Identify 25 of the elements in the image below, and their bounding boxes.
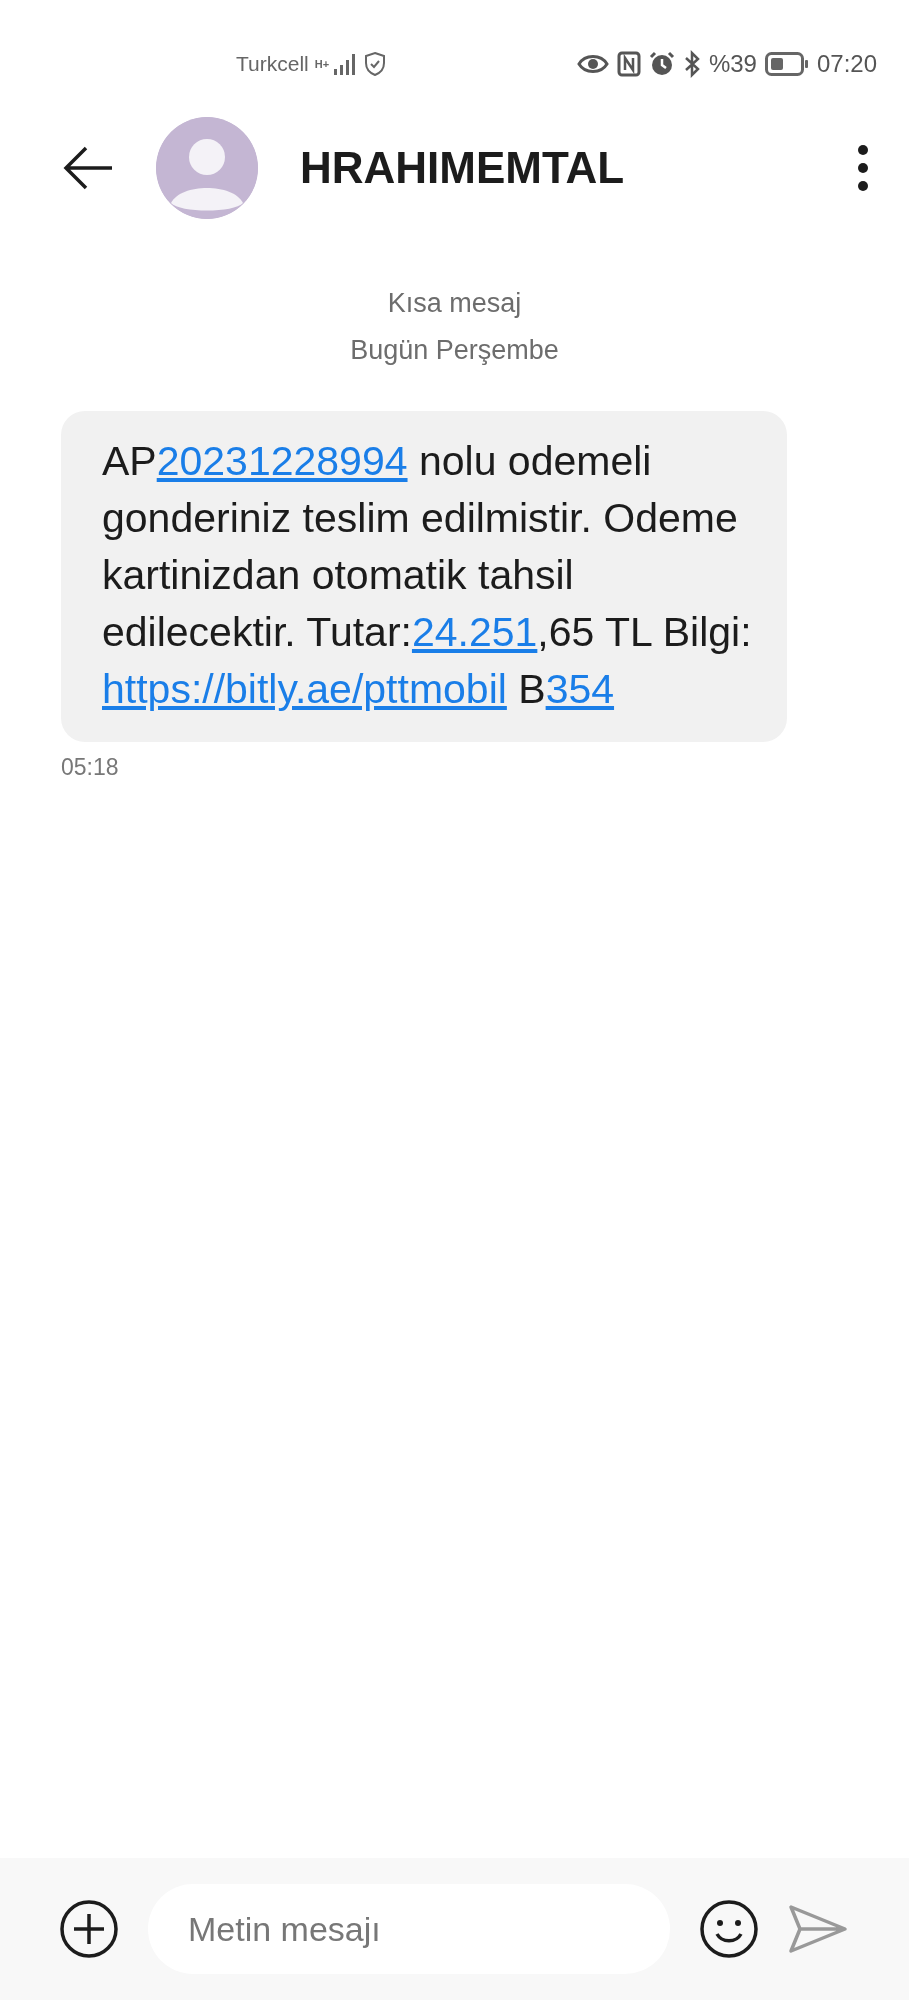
link[interactable]: https://bitly.ae/pttmobil (102, 666, 507, 712)
link[interactable]: 20231228994 (156, 438, 408, 484)
message-input[interactable]: Metin mesajı (148, 1884, 670, 1974)
shield-icon (363, 51, 388, 77)
message-time: 05:18 (61, 754, 120, 781)
more-options-button[interactable] (857, 144, 869, 192)
battery-percent: %39 (708, 50, 757, 78)
contact-name: HRAHIMEMTAL (300, 143, 626, 193)
network-type: H+ (314, 58, 330, 70)
link[interactable]: 24.251 (411, 609, 538, 655)
date-label: Bugün Perşembe (350, 335, 559, 366)
battery-icon (764, 52, 809, 76)
nfc-icon (616, 51, 641, 77)
send-button[interactable] (788, 1904, 848, 1954)
eye-icon (576, 53, 609, 75)
link[interactable]: 354 (545, 666, 615, 712)
clock: 07:20 (816, 50, 877, 78)
carrier-name: Turkcell (236, 52, 309, 76)
message-text: AP20231228994 nolu odemeli gonderiniz teslim edilmistir. Odeme kartinizdan otomatik tahsil edilecektir. Tutar:24.251,65 TL Bilgi: https://bitly.ae/pttmobil B354 (102, 437, 753, 714)
message-type-label: Kısa mesaj (387, 288, 522, 319)
emoji-button[interactable] (698, 1898, 760, 1960)
back-button[interactable] (62, 144, 114, 192)
alarm-icon (648, 51, 675, 77)
avatar-icon (156, 117, 258, 219)
add-button[interactable] (58, 1898, 120, 1960)
